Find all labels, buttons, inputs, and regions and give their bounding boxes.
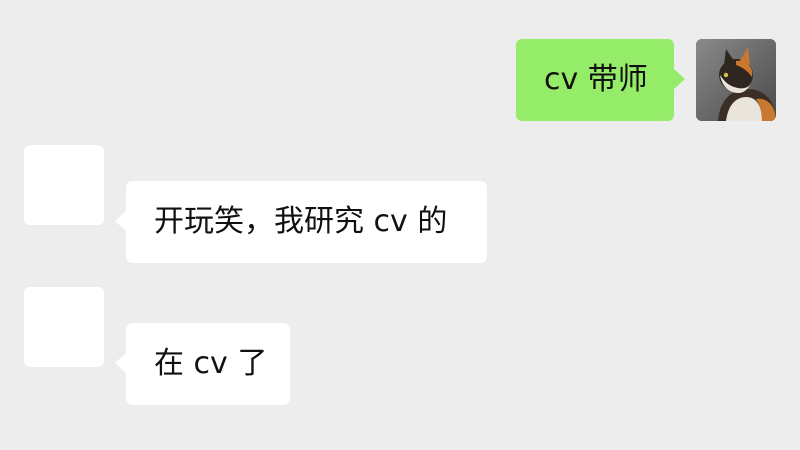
blank-avatar-icon[interactable] [24,287,104,367]
message-row-other: 在 cv 了 [0,282,800,412]
bubble-tail [673,68,685,90]
cat-photo-icon [696,39,776,121]
message-bubble[interactable]: cv 带师 [516,39,685,121]
bubble-tail [115,352,127,374]
message-bubble[interactable]: 在 cv 了 [115,323,290,405]
bubble-tail [115,210,127,232]
message-row-other: 开玩笑，我研究 cv 的 [0,140,800,270]
message-text: 在 cv 了 [154,346,268,381]
message-row-self: cv 带师 [0,0,800,130]
message-text: cv 带师 [544,62,648,97]
blank-avatar-icon[interactable] [24,145,104,225]
message-text: 开玩笑，我研究 cv 的 [154,204,448,239]
chat-window: cv 带师 开玩笑，我研究 cv 的 在 cv 了 [0,0,800,450]
cat-photo-avatar-icon[interactable] [696,39,776,121]
message-bubble[interactable]: 开玩笑，我研究 cv 的 [115,181,487,263]
